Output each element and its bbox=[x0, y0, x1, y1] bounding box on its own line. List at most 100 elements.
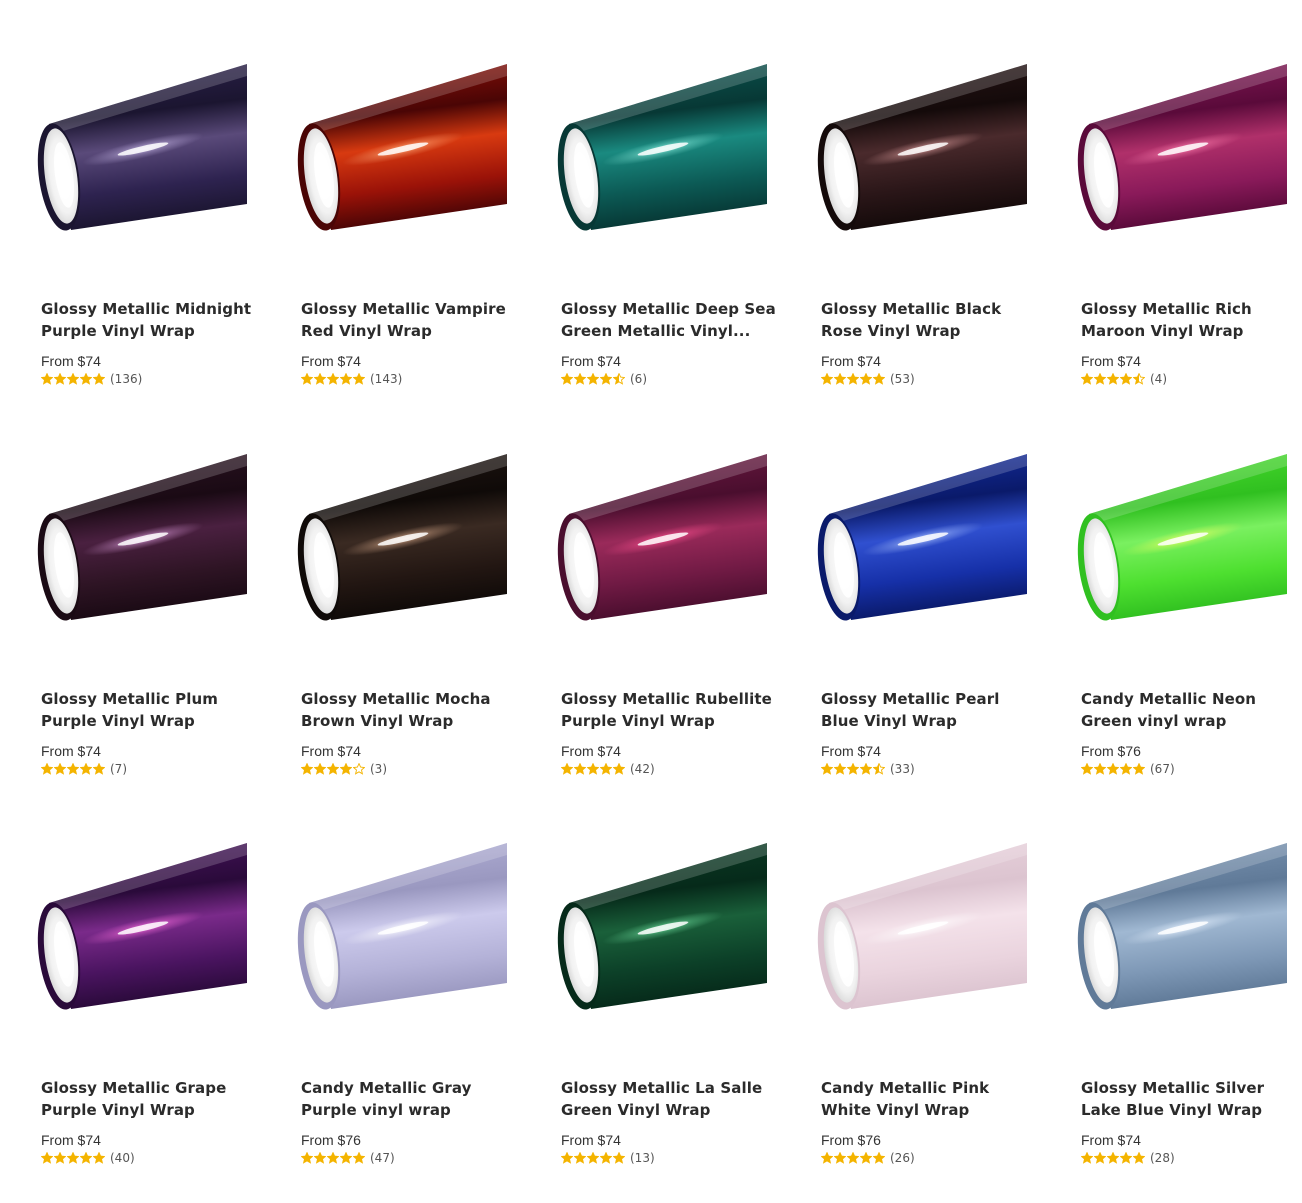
product-title[interactable]: Glossy Metallic Black Rose Vinyl Wrap bbox=[821, 298, 1036, 342]
product-card[interactable]: Glossy Metallic Rubellite Purple Vinyl W… bbox=[557, 444, 801, 814]
product-rating[interactable]: (13) bbox=[561, 1151, 655, 1165]
star-full-icon bbox=[80, 1152, 92, 1164]
product-title[interactable]: Glossy Metallic Plum Purple Vinyl Wrap bbox=[41, 688, 256, 732]
product-image[interactable] bbox=[33, 54, 255, 294]
star-rating bbox=[561, 1152, 625, 1164]
star-full-icon bbox=[834, 1152, 846, 1164]
product-image[interactable] bbox=[293, 833, 515, 1073]
star-full-icon bbox=[93, 763, 105, 775]
product-card[interactable]: Glossy Metallic La Salle Green Vinyl Wra… bbox=[557, 833, 801, 1203]
product-card[interactable]: Glossy Metallic Plum Purple Vinyl Wrap F… bbox=[37, 444, 281, 814]
star-full-icon bbox=[1120, 373, 1132, 385]
star-full-icon bbox=[340, 373, 352, 385]
star-rating bbox=[301, 763, 365, 775]
product-rating[interactable]: (4) bbox=[1081, 372, 1167, 386]
product-title[interactable]: Glossy Metallic Rich Maroon Vinyl Wrap bbox=[1081, 298, 1296, 342]
product-rating[interactable]: (28) bbox=[1081, 1151, 1175, 1165]
product-title[interactable]: Glossy Metallic Deep Sea Green Metallic … bbox=[561, 298, 776, 342]
product-image[interactable] bbox=[813, 54, 1035, 294]
product-title[interactable]: Glossy Metallic La Salle Green Vinyl Wra… bbox=[561, 1077, 776, 1121]
product-title[interactable]: Glossy Metallic Rubellite Purple Vinyl W… bbox=[561, 688, 776, 732]
product-image[interactable] bbox=[553, 54, 775, 294]
product-image[interactable] bbox=[553, 444, 775, 684]
vinyl-roll-graphic bbox=[297, 64, 507, 231]
product-image[interactable] bbox=[1073, 54, 1295, 294]
product-image[interactable] bbox=[813, 833, 1035, 1073]
product-image[interactable] bbox=[553, 833, 775, 1073]
product-title[interactable]: Glossy Metallic Vampire Red Vinyl Wrap bbox=[301, 298, 516, 342]
vinyl-roll-graphic bbox=[37, 454, 247, 621]
product-price: From $74 bbox=[821, 353, 881, 369]
product-card[interactable]: Glossy Metallic Black Rose Vinyl Wrap Fr… bbox=[817, 54, 1061, 424]
product-image[interactable] bbox=[293, 444, 515, 684]
product-image[interactable] bbox=[293, 54, 515, 294]
star-rating bbox=[1081, 1152, 1145, 1164]
product-price: From $74 bbox=[41, 743, 101, 759]
product-card[interactable]: Glossy Metallic Silver Lake Blue Vinyl W… bbox=[1077, 833, 1302, 1203]
product-rating[interactable]: (143) bbox=[301, 372, 402, 386]
product-title[interactable]: Glossy Metallic Midnight Purple Vinyl Wr… bbox=[41, 298, 256, 342]
product-rating[interactable]: (47) bbox=[301, 1151, 395, 1165]
review-count: (28) bbox=[1150, 1151, 1175, 1165]
star-full-icon bbox=[93, 1152, 105, 1164]
product-rating[interactable]: (42) bbox=[561, 762, 655, 776]
star-full-icon bbox=[314, 373, 326, 385]
product-title[interactable]: Candy Metallic Pink White Vinyl Wrap bbox=[821, 1077, 1036, 1121]
product-card[interactable]: Glossy Metallic Grape Purple Vinyl Wrap … bbox=[37, 833, 281, 1203]
product-title[interactable]: Glossy Metallic Silver Lake Blue Vinyl W… bbox=[1081, 1077, 1296, 1121]
product-title[interactable]: Glossy Metallic Mocha Brown Vinyl Wrap bbox=[301, 688, 516, 732]
star-full-icon bbox=[561, 373, 573, 385]
star-rating bbox=[821, 373, 885, 385]
product-title[interactable]: Glossy Metallic Grape Purple Vinyl Wrap bbox=[41, 1077, 256, 1121]
product-title[interactable]: Glossy Metallic Pearl Blue Vinyl Wrap bbox=[821, 688, 1036, 732]
star-full-icon bbox=[860, 763, 872, 775]
star-full-icon bbox=[41, 373, 53, 385]
product-rating[interactable]: (26) bbox=[821, 1151, 915, 1165]
product-image[interactable] bbox=[33, 833, 255, 1073]
product-card[interactable]: Candy Metallic Pink White Vinyl Wrap Fro… bbox=[817, 833, 1061, 1203]
product-card[interactable]: Glossy Metallic Mocha Brown Vinyl Wrap F… bbox=[297, 444, 541, 814]
product-card[interactable]: Candy Metallic Neon Green vinyl wrap Fro… bbox=[1077, 444, 1302, 814]
product-card[interactable]: Glossy Metallic Rich Maroon Vinyl Wrap F… bbox=[1077, 54, 1302, 424]
review-count: (3) bbox=[370, 762, 387, 776]
review-count: (143) bbox=[370, 372, 403, 386]
star-rating bbox=[41, 763, 105, 775]
product-rating[interactable]: (33) bbox=[821, 762, 915, 776]
star-full-icon bbox=[574, 763, 586, 775]
product-card[interactable]: Candy Metallic Gray Purple vinyl wrap Fr… bbox=[297, 833, 541, 1203]
product-title[interactable]: Candy Metallic Gray Purple vinyl wrap bbox=[301, 1077, 516, 1121]
star-full-icon bbox=[1081, 373, 1093, 385]
product-rating[interactable]: (6) bbox=[561, 372, 647, 386]
star-full-icon bbox=[54, 373, 66, 385]
star-full-icon bbox=[340, 1152, 352, 1164]
product-image[interactable] bbox=[1073, 833, 1295, 1073]
vinyl-roll-graphic bbox=[37, 64, 247, 231]
product-rating[interactable]: (53) bbox=[821, 372, 915, 386]
product-price: From $74 bbox=[301, 353, 361, 369]
star-full-icon bbox=[54, 1152, 66, 1164]
star-full-icon bbox=[574, 373, 586, 385]
product-rating[interactable]: (136) bbox=[41, 372, 142, 386]
star-full-icon bbox=[327, 763, 339, 775]
star-full-icon bbox=[1094, 763, 1106, 775]
product-rating[interactable]: (7) bbox=[41, 762, 127, 776]
star-full-icon bbox=[613, 1152, 625, 1164]
product-rating[interactable]: (67) bbox=[1081, 762, 1175, 776]
product-title[interactable]: Candy Metallic Neon Green vinyl wrap bbox=[1081, 688, 1296, 732]
product-card[interactable]: Glossy Metallic Deep Sea Green Metallic … bbox=[557, 54, 801, 424]
vinyl-roll-graphic bbox=[297, 843, 507, 1010]
product-image[interactable] bbox=[1073, 444, 1295, 684]
product-image[interactable] bbox=[813, 444, 1035, 684]
star-full-icon bbox=[860, 1152, 872, 1164]
product-price: From $74 bbox=[1081, 353, 1141, 369]
product-card[interactable]: Glossy Metallic Midnight Purple Vinyl Wr… bbox=[37, 54, 281, 424]
product-image[interactable] bbox=[33, 444, 255, 684]
product-rating[interactable]: (3) bbox=[301, 762, 387, 776]
star-full-icon bbox=[587, 763, 599, 775]
star-full-icon bbox=[847, 763, 859, 775]
product-card[interactable]: Glossy Metallic Pearl Blue Vinyl Wrap Fr… bbox=[817, 444, 1061, 814]
star-full-icon bbox=[561, 1152, 573, 1164]
product-rating[interactable]: (40) bbox=[41, 1151, 135, 1165]
star-full-icon bbox=[353, 373, 365, 385]
product-card[interactable]: Glossy Metallic Vampire Red Vinyl Wrap F… bbox=[297, 54, 541, 424]
